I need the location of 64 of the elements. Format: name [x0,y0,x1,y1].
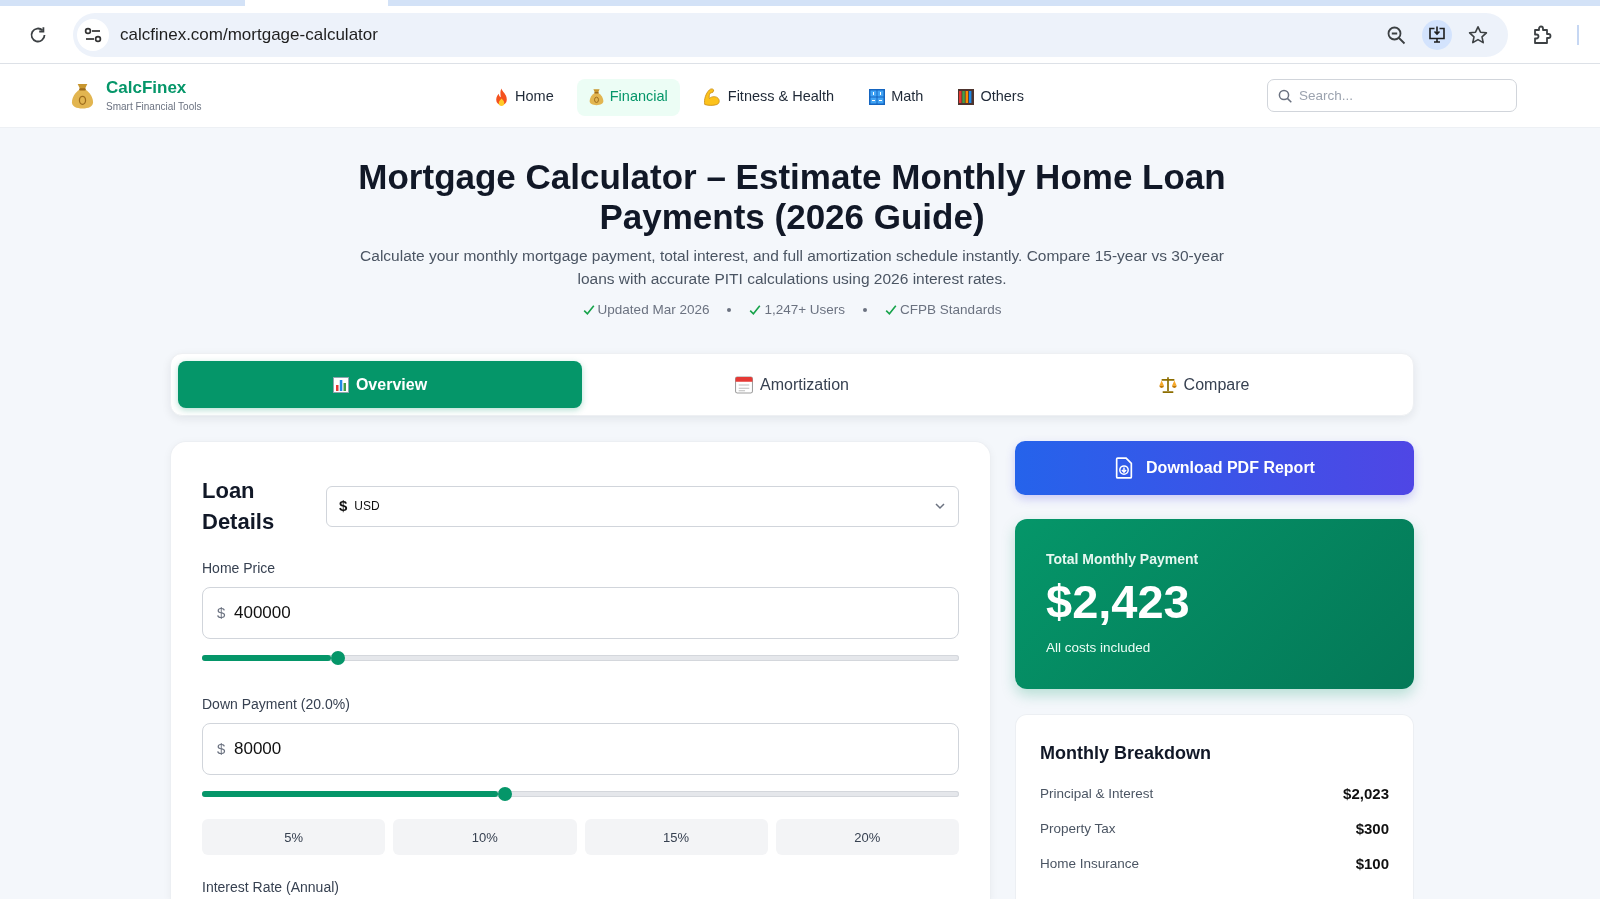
preset-button[interactable]: 15% [584,819,768,856]
nav-link[interactable]: Others [946,78,1036,116]
flexed-arm-icon [702,88,722,106]
check-icon [885,304,898,317]
site-settings-icon[interactable] [77,18,109,51]
url-text[interactable]: calcfinex.com/mortgage-calculator [120,21,378,48]
brand-name[interactable]: CalcFinex [106,79,202,98]
breakdown-value: $100 [1355,853,1389,874]
tab[interactable]: Compare [1002,361,1406,409]
total-amount: $2,423 [1046,577,1191,628]
highlight-text: CFPB Standards [900,301,1002,319]
tab[interactable]: Amortization [590,361,994,409]
separator-dot-icon [727,308,732,313]
field-label: Home Price [202,559,277,579]
zoom-out-icon[interactable] [1386,24,1406,45]
flame-icon [494,88,510,106]
breakdown-value: $300 [1355,818,1389,839]
preset-button[interactable]: 20% [775,819,959,856]
calendar-icon [735,375,754,394]
nav-link[interactable]: Math [857,78,936,116]
highlight-text: Updated Mar 2026 [597,301,710,319]
total-note: All costs included [1046,639,1152,658]
breakdown-value: $2,023 [1343,783,1389,804]
books-icon [958,89,975,105]
page-subtitle: Calculate your monthly mortgage payment, total interest, and full amortization schedule instantly. Compare 15-year vs 30-year loans with accurate PITI calculations using 2026 interest rates. [359,246,1225,289]
breakdown-label: Property Tax [1040,819,1116,838]
currency-prefix: $ [217,603,226,624]
search-icon [1278,89,1292,103]
nav-link[interactable]: Fitness & Health [690,78,847,116]
check-icon [749,304,762,317]
file-download-icon [1114,457,1135,480]
breakdown-label: Principal & Interest [1040,784,1154,803]
tile-grid-icon [869,89,886,105]
field-label: Down Payment (20.0%) [202,695,351,715]
check-icon [582,304,595,317]
nav-link[interactable]: Home [482,78,566,116]
money-bag-icon [588,88,604,106]
star-icon[interactable] [1468,24,1488,45]
breakdown-label: Home Insurance [1040,854,1140,873]
slider-thumb[interactable] [497,787,512,802]
section-heading: Loan Details [202,477,276,537]
nav-link[interactable]: Financial [576,78,680,116]
download-button[interactable]: Download PDF Report [1015,441,1414,496]
preset-button[interactable]: 10% [393,819,577,856]
preset-button[interactable]: 5% [202,819,386,856]
search-field[interactable]: Search... [1267,79,1517,112]
highlight-text: 1,247+ Users [764,301,846,319]
total-label: Total Monthly Payment [1046,550,1200,569]
breakdown-heading: Monthly Breakdown [1040,742,1212,766]
tab[interactable]: Overview [178,361,582,409]
scales-icon [1158,375,1177,394]
monitor-download-icon[interactable] [1422,19,1452,50]
currency-prefix: $ [217,739,226,760]
field-label: Interest Rate (Annual) [202,878,340,898]
address-bar[interactable]: calcfinex.com/mortgage-calculator [73,12,1508,57]
currency-select[interactable]: $ USD [326,485,959,527]
reload-icon[interactable] [28,24,48,45]
slider-thumb[interactable] [331,651,346,666]
bar-chart-icon [332,376,349,393]
page-title: Mortgage Calculator – Estimate Monthly Home Loan Payments (2026 Guide) [357,157,1227,237]
puzzle-icon[interactable] [1532,23,1554,46]
brand-tagline: Smart Financial Tools [106,100,202,112]
money-bag-icon[interactable] [71,81,94,110]
separator-dot-icon [863,308,868,313]
